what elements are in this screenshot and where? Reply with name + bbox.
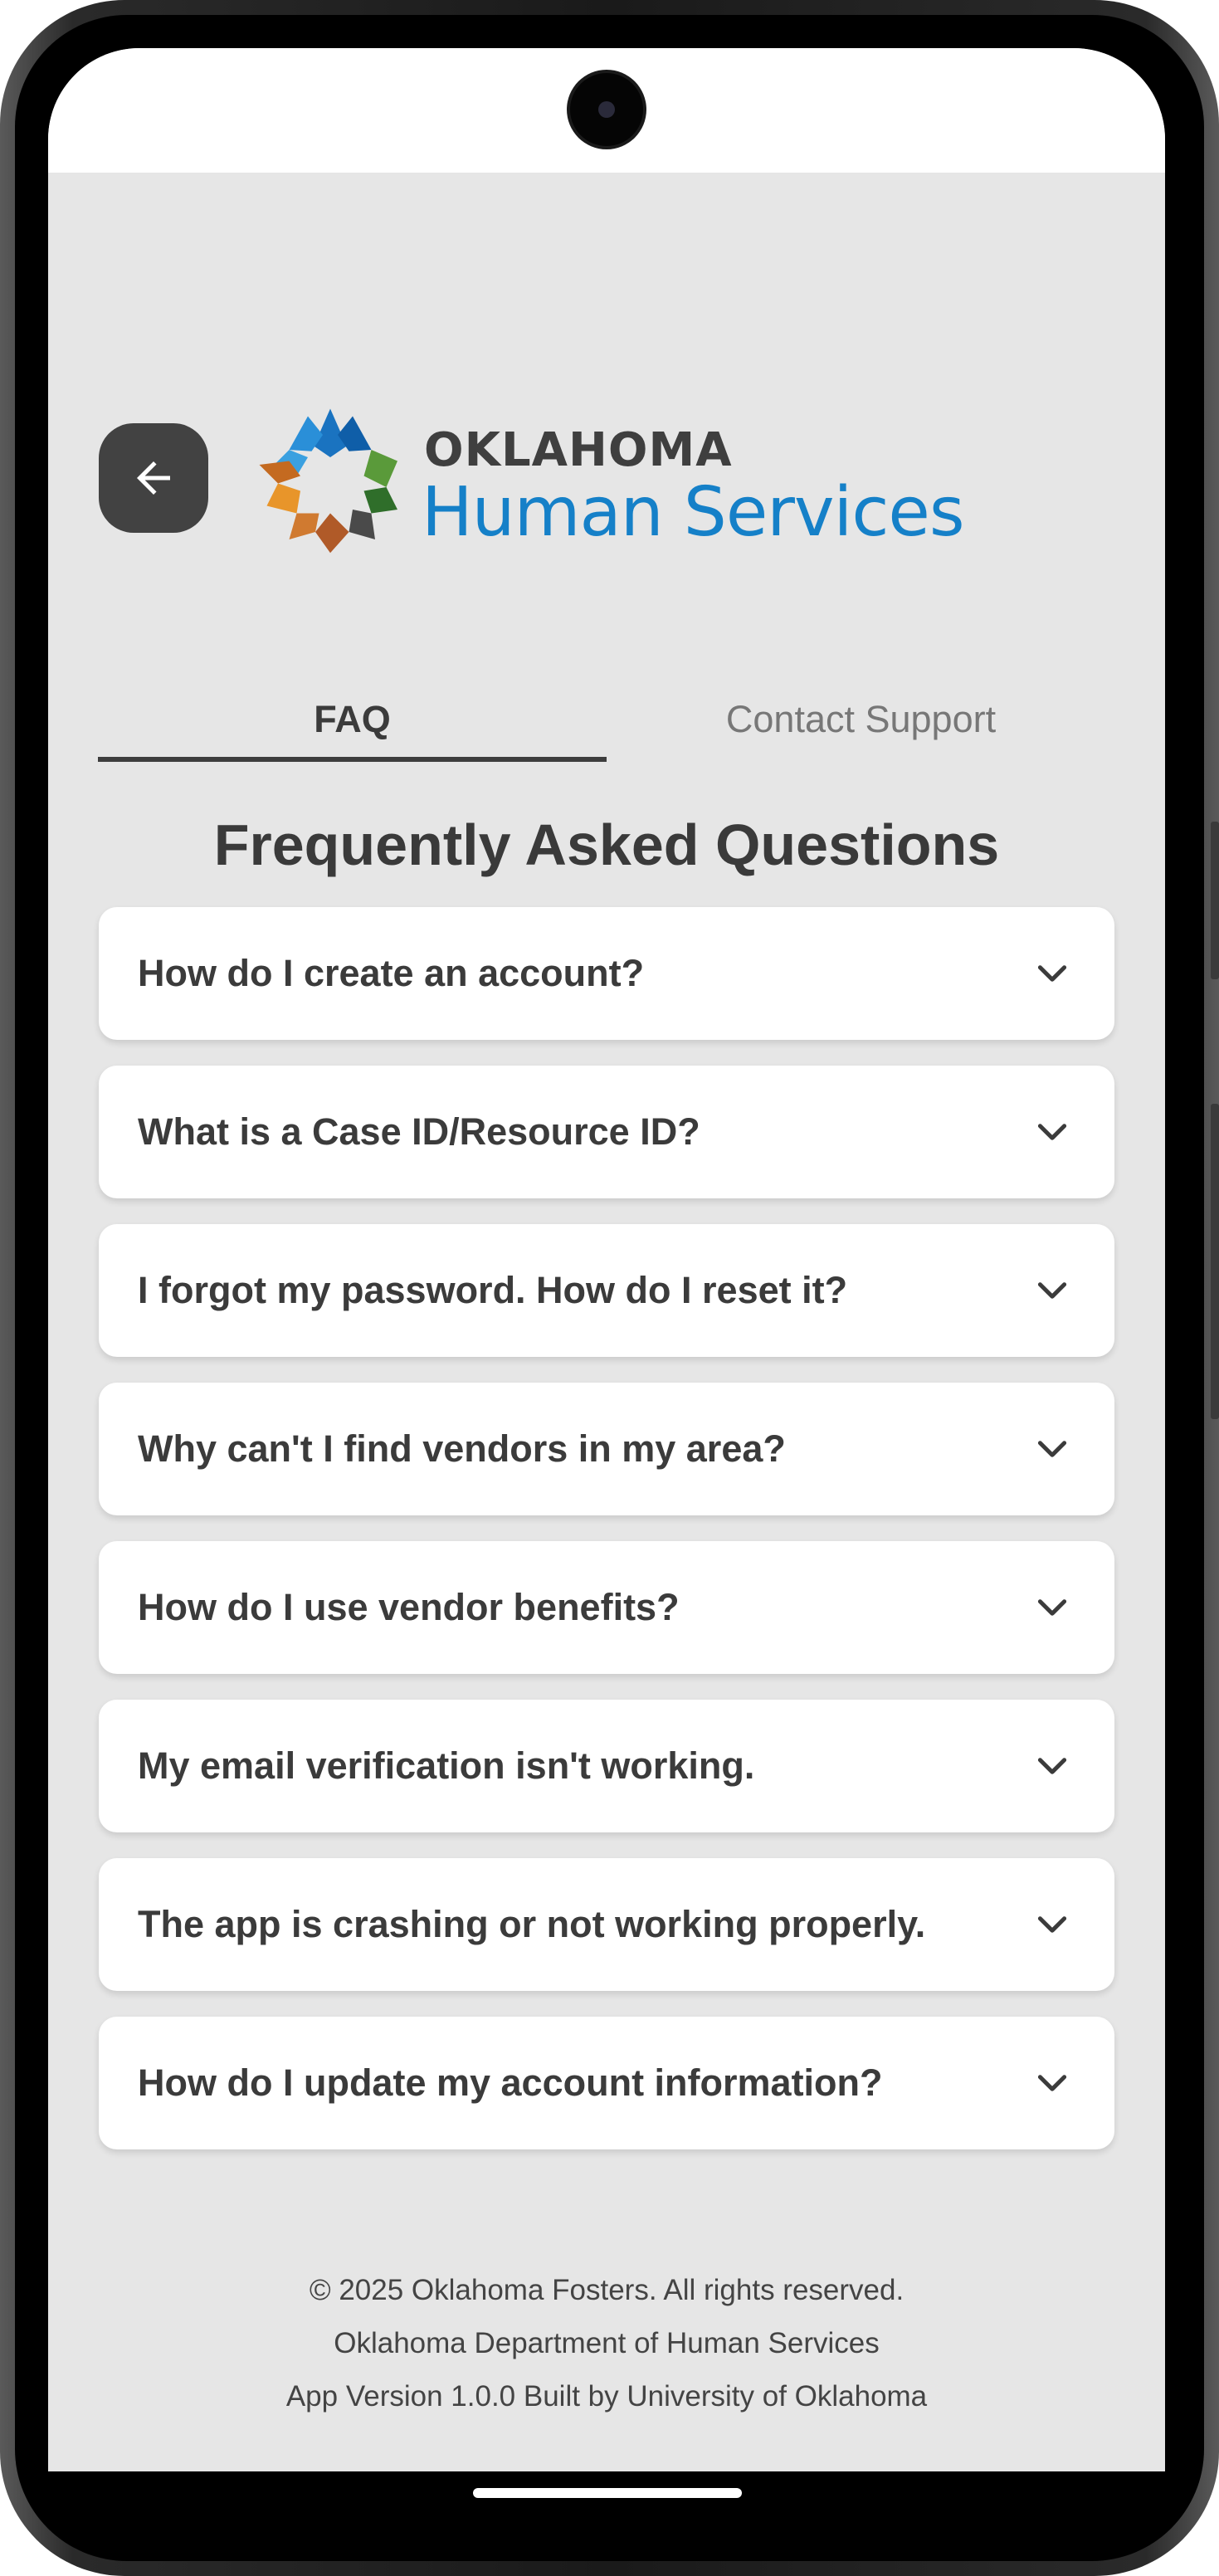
chevron-down-icon [1037,1599,1067,1616]
system-navigation-bar [48,2471,1165,2530]
faq-item-update-account[interactable]: How do I update my account information? [99,2017,1114,2149]
tab-contact-support[interactable]: Contact Support [607,679,1115,760]
power-button [1211,1104,1219,1419]
oklahoma-human-services-logo: OKLAHOMA Human Services [256,405,965,554]
tab-faq[interactable]: FAQ [98,679,607,760]
app-screen: OKLAHOMA Human Services FAQ Contact Supp… [48,48,1165,2471]
faq-question: How do I create an account? [138,952,645,994]
faq-question: Why can't I find vendors in my area? [138,1427,786,1470]
footer-copyright: © 2025 Oklahoma Fosters. All rights rese… [309,2274,904,2306]
faq-item-email-verification[interactable]: My email verification isn't working. [99,1700,1114,1832]
volume-button [1211,822,1219,979]
chevron-down-icon [1037,1758,1067,1774]
footer: © 2025 Oklahoma Fosters. All rights rese… [48,2264,1165,2423]
chevron-down-icon [1037,965,1067,982]
arrow-left-icon [137,461,170,495]
footer-department: Oklahoma Department of Human Services [334,2327,880,2359]
chevron-down-icon [1037,1282,1067,1299]
faq-question: How do I update my account information? [138,2061,883,2104]
chevron-down-icon [1037,1441,1067,1457]
faq-item-reset-password[interactable]: I forgot my password. How do I reset it? [99,1224,1114,1357]
chevron-down-icon [1037,1916,1067,1933]
faq-item-find-vendors[interactable]: Why can't I find vendors in my area? [99,1383,1114,1515]
faq-question: I forgot my password. How do I reset it? [138,1269,848,1311]
faq-item-case-id[interactable]: What is a Case ID/Resource ID? [99,1066,1114,1198]
logo-text-oklahoma: OKLAHOMA [424,423,733,477]
faq-question: The app is crashing or not working prope… [138,1903,926,1945]
logo-text-human-services: Human Services [422,473,965,552]
faq-item-vendor-benefits[interactable]: How do I use vendor benefits? [99,1541,1114,1674]
faq-question: What is a Case ID/Resource ID? [138,1110,700,1153]
home-indicator[interactable] [473,2488,742,2498]
faq-question: My email verification isn't working. [138,1744,755,1787]
faq-item-app-crashing[interactable]: The app is crashing or not working prope… [99,1858,1114,1991]
status-bar [48,48,1165,173]
chevron-down-icon [1037,1124,1067,1140]
back-button[interactable] [99,423,208,533]
faq-question: How do I use vendor benefits? [138,1586,680,1628]
front-camera-icon [570,73,643,146]
active-tab-indicator [98,757,607,762]
chevron-down-icon [1037,2075,1067,2091]
oklahoma-star-logo-icon [259,408,397,554]
page-title: Frequently Asked Questions [213,812,1000,877]
footer-version: App Version 1.0.0 Built by University of… [285,2380,928,2413]
faq-item-create-account[interactable]: How do I create an account? [99,907,1114,1040]
faq-list: How do I create an account? What is a Ca… [99,907,1114,2175]
tab-bar: FAQ Contact Support [98,679,1115,762]
